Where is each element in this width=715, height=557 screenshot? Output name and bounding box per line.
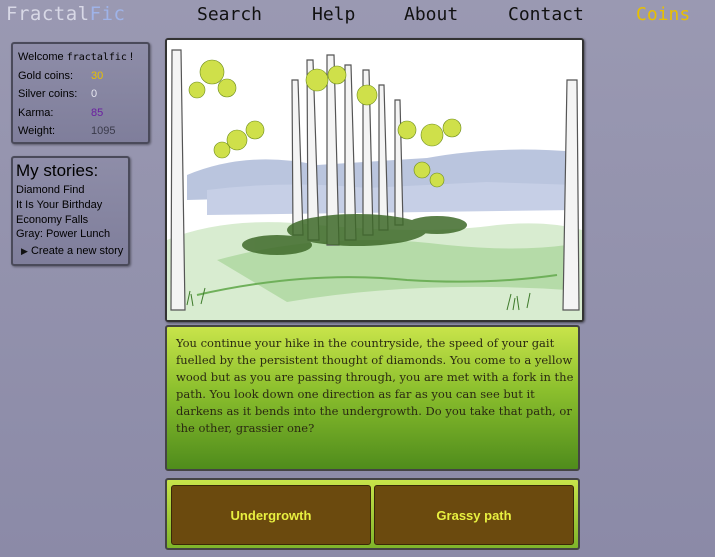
- story-link[interactable]: Economy Falls: [16, 214, 88, 226]
- forest-path-drawing: [167, 40, 582, 320]
- logo-text-part1: Fractal: [6, 3, 90, 25]
- nav-help[interactable]: Help: [312, 4, 355, 25]
- weight-value: 1095: [91, 125, 116, 137]
- welcome-line: Welcome fractalfic !: [18, 51, 133, 63]
- my-stories-panel: My stories: Diamond Find It Is Your Birt…: [11, 156, 130, 266]
- karma-value: 85: [91, 107, 104, 119]
- create-new-story-label: Create a new story: [30, 245, 124, 257]
- choice-grassy-path-button[interactable]: Grassy path: [374, 485, 574, 545]
- top-bar: FractalFic Search Help About Contact Coi…: [0, 0, 715, 30]
- site-logo[interactable]: FractalFic: [6, 3, 125, 25]
- choice-undergrowth-button[interactable]: Undergrowth: [171, 485, 371, 545]
- story-link[interactable]: Gray: Power Lunch: [16, 228, 110, 240]
- welcome-suffix: !: [130, 51, 134, 63]
- karma-label: Karma:: [18, 107, 54, 119]
- nav-contact[interactable]: Contact: [508, 4, 584, 25]
- story-passage-text: You continue your hike in the countrysid…: [176, 336, 574, 435]
- my-stories-title: My stories:: [16, 161, 99, 180]
- story-link[interactable]: It Is Your Birthday: [16, 199, 102, 211]
- gold-coins-value: 30: [91, 70, 104, 82]
- username[interactable]: fractalfic: [67, 52, 127, 63]
- choices-panel: Undergrowth Grassy path: [165, 478, 580, 550]
- play-arrow-icon: ▶: [21, 246, 28, 256]
- silver-coins-value: 0: [91, 88, 98, 100]
- gold-coins-label: Gold coins:: [18, 70, 74, 82]
- silver-coins-label: Silver coins:: [18, 88, 78, 100]
- story-passage-box: You continue your hike in the countrysid…: [165, 325, 580, 471]
- nav-coins[interactable]: Coins: [636, 4, 690, 25]
- story-illustration: [165, 38, 584, 322]
- user-panel: Welcome fractalfic ! Gold coins: 30 Silv…: [11, 42, 150, 144]
- welcome-label: Welcome: [18, 51, 64, 63]
- create-new-story-link[interactable]: ▶ Create a new story: [21, 245, 123, 257]
- nav-about[interactable]: About: [404, 4, 458, 25]
- logo-text-part2: Fic: [89, 3, 126, 25]
- nav-search[interactable]: Search: [197, 4, 262, 25]
- weight-label: Weight:: [18, 125, 56, 137]
- story-link[interactable]: Diamond Find: [16, 184, 84, 196]
